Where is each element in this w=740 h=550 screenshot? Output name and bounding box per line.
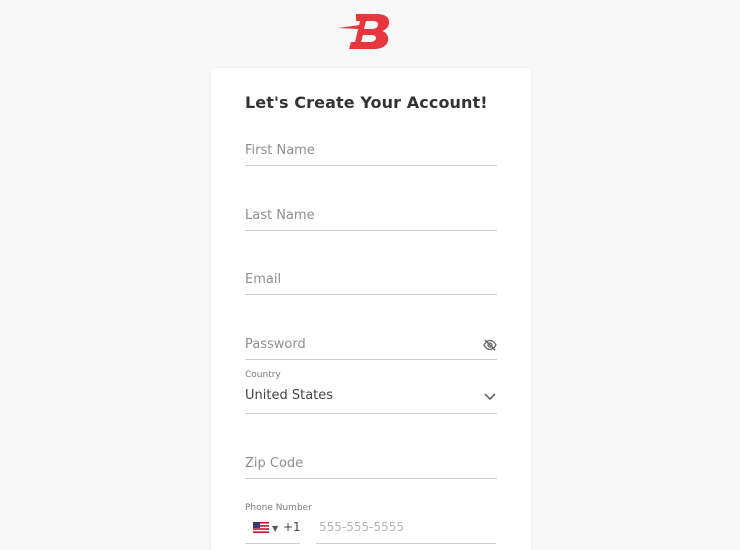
signup-card: Let's Create Your Account! First Name La… — [211, 68, 531, 550]
dial-code: +1 — [283, 520, 301, 534]
password-field[interactable]: Password — [245, 334, 497, 360]
email-placeholder: Email — [245, 272, 282, 287]
country-label: Country — [245, 370, 281, 380]
brand-logo — [338, 14, 390, 49]
chevron-down-icon[interactable] — [483, 392, 497, 402]
last-name-placeholder: Last Name — [245, 208, 315, 223]
zip-code-field[interactable]: Zip Code — [245, 453, 497, 479]
phone-country-code-select[interactable]: ▼ +1 — [245, 517, 301, 544]
signup-page: Let's Create Your Account! First Name La… — [0, 0, 740, 550]
zip-code-placeholder: Zip Code — [245, 456, 304, 471]
first-name-placeholder: First Name — [245, 143, 315, 158]
caret-down-icon: ▼ — [272, 524, 279, 533]
first-name-field[interactable]: First Name — [245, 140, 497, 166]
phone-number-field[interactable]: 555-555-5555 — [316, 517, 496, 544]
email-field[interactable]: Email — [245, 269, 497, 295]
eye-slash-icon[interactable] — [483, 339, 497, 351]
us-flag-icon — [253, 522, 269, 533]
phone-label: Phone Number — [245, 503, 312, 513]
country-select[interactable]: Country United States — [245, 370, 497, 414]
phone-number-placeholder: 555-555-5555 — [319, 520, 405, 534]
password-placeholder: Password — [245, 337, 306, 352]
country-value: United States — [245, 388, 334, 403]
form-title: Let's Create Your Account! — [245, 93, 488, 112]
last-name-field[interactable]: Last Name — [245, 205, 497, 231]
